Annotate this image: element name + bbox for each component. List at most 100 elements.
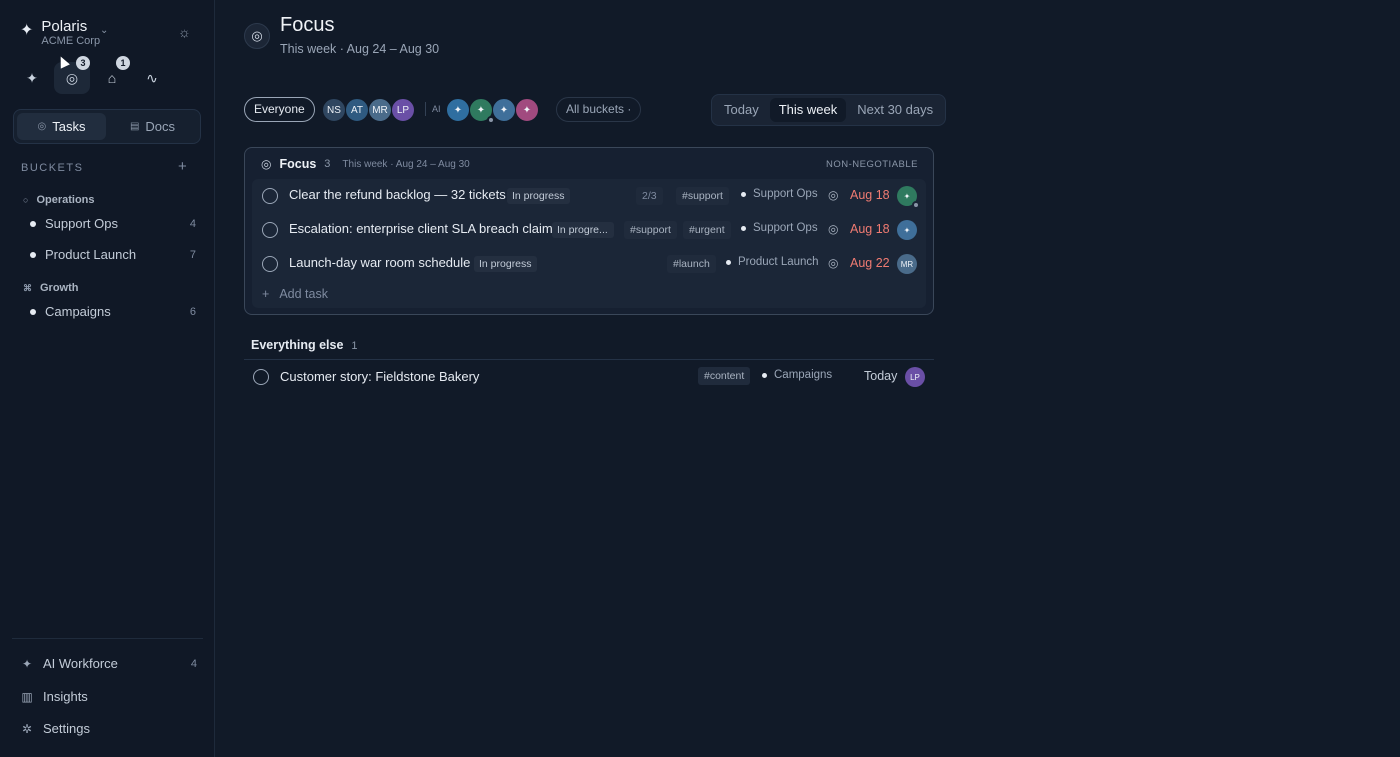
bucket-label: Campaigns xyxy=(762,369,832,381)
all-buckets-dropdown[interactable]: All buckets · xyxy=(556,97,642,122)
assignee-avatar[interactable]: ✦ xyxy=(897,220,917,240)
status-badge: In progress xyxy=(507,188,570,204)
ai-agents-filter: ✦ ✦ ✦ ✦ xyxy=(446,98,539,124)
table-row[interactable]: Clear the refund backlog — 32 tickets In… xyxy=(252,179,926,213)
tag[interactable]: #urgent xyxy=(683,221,731,239)
assignee-avatar[interactable]: MR xyxy=(897,254,917,274)
range-this-week[interactable]: This week xyxy=(769,98,847,122)
focus-badge: 3 xyxy=(76,56,90,70)
sparkle-icon[interactable]: ✦ xyxy=(14,62,50,94)
focus-target-icon[interactable]: ◎ xyxy=(828,188,838,202)
ai-agent-avatar[interactable]: ✦ xyxy=(446,98,470,122)
add-bucket-icon[interactable]: + xyxy=(178,158,187,175)
bucket-group-growth[interactable]: ⌘ Growth xyxy=(23,282,79,294)
due-date: Aug 18 xyxy=(850,222,890,236)
circle-icon: ○ xyxy=(23,195,29,205)
nav-settings[interactable]: ✲ Settings xyxy=(21,721,197,736)
assignee-avatar[interactable]: ✦ xyxy=(897,186,920,209)
due-date: Aug 22 xyxy=(850,256,890,270)
bucket-item-product-launch[interactable]: Product Launch 7 xyxy=(30,247,196,262)
task-title[interactable]: Clear the refund backlog — 32 tickets xyxy=(289,187,506,202)
sparkle-icon: ✦ xyxy=(453,104,463,116)
sparkle-icon: ✦ xyxy=(476,104,486,116)
ai-agent-avatar[interactable]: ✦ xyxy=(515,98,539,122)
focus-target-icon[interactable]: ◎ xyxy=(828,222,838,236)
everything-else-header: Everything else 1 xyxy=(251,338,358,352)
range-next-30-days[interactable]: Next 30 days xyxy=(848,98,942,122)
plus-icon: + xyxy=(262,287,270,301)
online-indicator xyxy=(912,201,920,209)
nav-ai-workforce[interactable]: ✦ AI Workforce 4 xyxy=(21,656,197,671)
theme-toggle-icon[interactable]: ☼ xyxy=(178,24,191,40)
tag[interactable]: #content xyxy=(698,367,751,385)
section-range: This week · Aug 24 – Aug 30 xyxy=(342,158,470,170)
avatar[interactable]: NS xyxy=(322,98,346,122)
divider xyxy=(425,102,426,116)
task-title[interactable]: Customer story: Fieldstone Bakery xyxy=(280,369,479,384)
activity-icon[interactable]: ∿ xyxy=(134,62,170,94)
ai-agent-avatar[interactable]: ✦ xyxy=(492,98,516,122)
focus-target-icon: ◎ xyxy=(261,157,272,171)
bucket-item-support-ops[interactable]: Support Ops 4 xyxy=(30,216,196,231)
task-title[interactable]: Launch-day war room schedule xyxy=(289,255,470,270)
focus-section: ◎ Focus 3 This week · Aug 24 – Aug 30 NO… xyxy=(244,147,934,315)
gear-icon: ✲ xyxy=(21,721,33,736)
task-checkbox[interactable] xyxy=(253,369,269,385)
focus-target-icon[interactable]: ◎ xyxy=(828,256,838,270)
workspace-org: ACME Corp xyxy=(41,35,101,47)
section-count: 3 xyxy=(324,158,331,170)
bucket-label: Product Launch xyxy=(726,256,819,268)
tag[interactable]: #support xyxy=(676,187,729,205)
polaris-logo-icon: ✦ xyxy=(20,22,34,39)
bucket-item-campaigns[interactable]: Campaigns 6 xyxy=(30,304,196,319)
tag[interactable]: #support xyxy=(624,221,677,239)
inbox-badge: 1 xyxy=(116,56,130,70)
tasks-icon: ◎ xyxy=(37,121,47,132)
tab-tasks[interactable]: ◎ Tasks xyxy=(17,113,106,140)
task-checkbox[interactable] xyxy=(262,256,278,272)
task-title[interactable]: Escalation: enterprise client SLA breach… xyxy=(289,221,553,236)
sparkle-icon: ✦ xyxy=(522,104,532,116)
assignee-avatar[interactable]: LP xyxy=(905,367,925,387)
view-toggle: ◎ Tasks ▤ Docs xyxy=(13,109,201,144)
page-title: Focus xyxy=(280,14,335,36)
task-checkbox[interactable] xyxy=(262,188,278,204)
date-range-toggle: Today This week Next 30 days xyxy=(711,94,947,126)
sidebar: ✦ Polaris ACME Corp ⌄ ☼ ✦ ◎ 3 ⌂ 1 ∿ ◎ Tasks… xyxy=(0,0,215,757)
table-row[interactable]: Escalation: enterprise client SLA breach… xyxy=(252,213,926,247)
add-task-button[interactable]: + Add task xyxy=(262,287,328,301)
tag[interactable]: #launch xyxy=(667,255,716,273)
table-row[interactable]: Launch-day war room schedule In progress… xyxy=(252,247,926,281)
divider xyxy=(12,638,203,639)
sparkle-icon: ✦ xyxy=(21,656,33,671)
everyone-filter-button[interactable]: Everyone xyxy=(244,97,315,122)
section-title: Focus xyxy=(279,157,317,171)
avatar[interactable]: LP xyxy=(391,98,415,122)
avatar[interactable]: AT xyxy=(345,98,369,122)
tab-docs[interactable]: ▤ Docs xyxy=(108,113,197,140)
chevron-down-icon[interactable]: ⌄ xyxy=(100,25,108,36)
table-row[interactable]: Customer story: Fieldstone Bakery #conte… xyxy=(244,362,934,392)
sparkle-icon: ✦ xyxy=(903,225,911,235)
task-checkbox[interactable] xyxy=(262,222,278,238)
range-today[interactable]: Today xyxy=(715,98,768,122)
ai-label: AI xyxy=(432,104,441,114)
due-date: Today xyxy=(864,369,898,383)
divider xyxy=(244,359,934,360)
focus-task-list: Clear the refund backlog — 32 tickets In… xyxy=(252,179,926,308)
top-icon-bar: ✦ ◎ 3 ⌂ 1 ∿ xyxy=(14,56,170,94)
page-subtitle: This week · Aug 24 – Aug 30 xyxy=(280,42,440,56)
section-count: 1 xyxy=(351,340,358,352)
command-icon: ⌘ xyxy=(23,282,32,293)
sparkle-icon: ✦ xyxy=(499,104,509,116)
status-badge: In progre... xyxy=(552,222,614,238)
bucket-group-operations[interactable]: ○ Operations xyxy=(23,194,95,206)
nav-insights[interactable]: ▥ Insights xyxy=(21,689,197,704)
avatar[interactable]: MR xyxy=(368,98,392,122)
inbox-icon[interactable]: ⌂ 1 xyxy=(94,56,130,94)
bucket-label: Support Ops xyxy=(741,188,818,200)
ai-agent-avatar[interactable]: ✦ xyxy=(469,98,495,124)
buckets-header: BUCKETS xyxy=(21,162,84,174)
non-negotiable-label: NON-NEGOTIABLE xyxy=(826,159,918,170)
workspace-switcher[interactable]: ✦ Polaris ACME Corp xyxy=(20,18,100,48)
